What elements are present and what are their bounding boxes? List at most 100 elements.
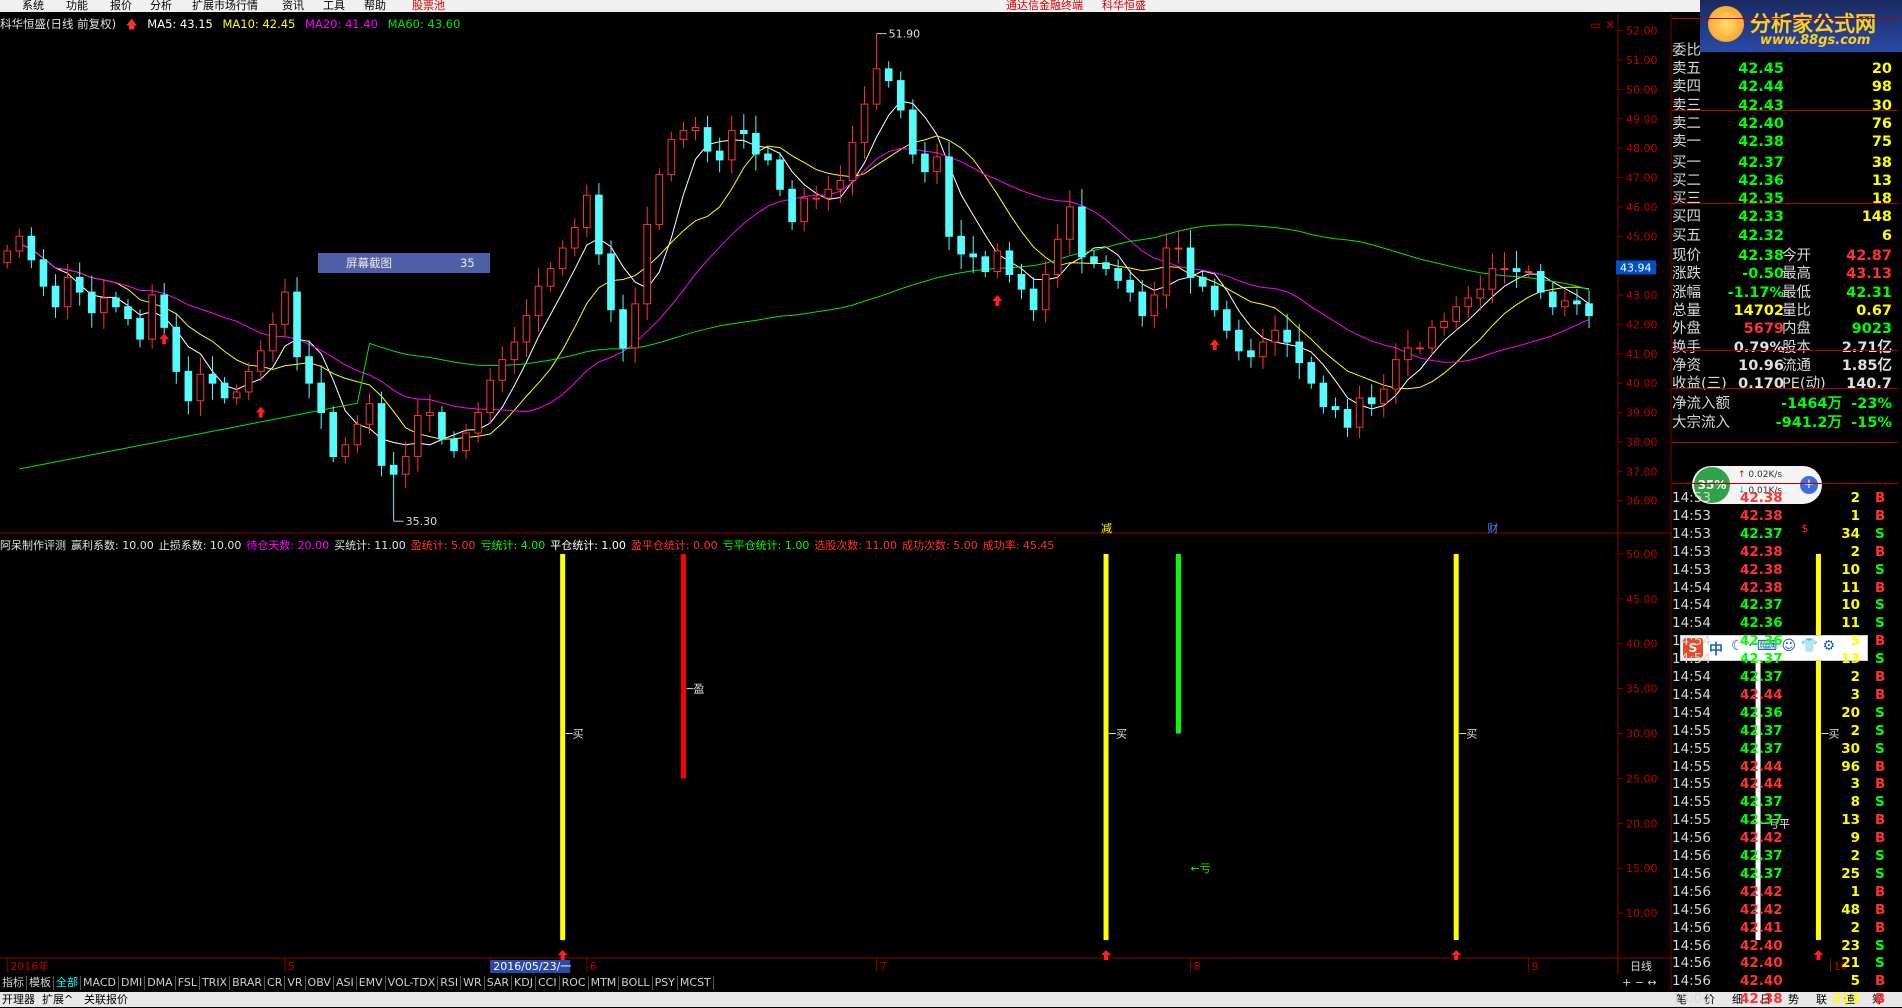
quote-separator xyxy=(1672,483,1898,484)
tick-volume: 11 xyxy=(1841,579,1860,596)
tick-row: 14:53 42.38 2 B xyxy=(1672,543,1896,561)
stat-label: 换手 xyxy=(1672,339,1701,356)
quote-price: 42.40 xyxy=(1738,115,1784,132)
tick-time: 14:54 xyxy=(1672,633,1711,650)
price-tick-label: 51.00 xyxy=(1626,54,1658,67)
price-tick-label: 37.00 xyxy=(1626,465,1658,478)
candle-up xyxy=(1355,397,1364,428)
tick-time: 14:56 xyxy=(1672,848,1711,864)
indicator-tab-cci[interactable]: CCI xyxy=(536,976,560,990)
tick-time: 14:56 xyxy=(1672,830,1711,847)
ma60-line xyxy=(19,224,1590,470)
tick-row: 14:53 42.37 34 S xyxy=(1672,525,1896,543)
indicator-tab-cr[interactable]: CR xyxy=(265,976,286,990)
tick-row: 14:54 42.37 10 S xyxy=(1672,596,1896,614)
indicator-tab-roc[interactable]: ROC xyxy=(560,976,589,990)
period-label[interactable]: 日线 xyxy=(1630,959,1652,973)
candle-down xyxy=(788,188,796,223)
status-item-2[interactable]: 关联报价 xyxy=(84,992,128,1007)
candle-down xyxy=(715,150,724,161)
quote-volume: 75 xyxy=(1871,134,1892,151)
candle-up xyxy=(546,268,555,287)
indicator-tab-obv[interactable]: OBV xyxy=(306,976,334,990)
current-price-tag-label: 43.94 xyxy=(1620,261,1652,274)
indicator-tab-brar[interactable]: BRAR xyxy=(230,976,266,990)
candlestick-series: 51.90 35.30 xyxy=(3,28,1593,528)
indicator-tab-指标[interactable]: 指标 xyxy=(0,976,27,990)
candle-down xyxy=(909,109,917,155)
indicator-tab-emv[interactable]: EMV xyxy=(357,976,386,990)
zoom-controls[interactable]: + − ↔ xyxy=(1622,976,1657,989)
price-tick-label: 46.00 xyxy=(1626,201,1658,214)
indicator-tab-rsi[interactable]: RSI xyxy=(438,976,462,990)
candle-down xyxy=(1078,206,1086,258)
stat-label-2: 最低 xyxy=(1782,284,1811,301)
candle-up xyxy=(341,444,350,458)
indicator-tab-mtm[interactable]: MTM xyxy=(589,976,620,990)
stat-value-2: 42.87 xyxy=(1846,248,1892,264)
indicator-stat: 止损系数: 10.00 xyxy=(158,539,242,552)
chart-title: 科华恒盛(日线 前复权) xyxy=(0,17,117,31)
tick-volume: 11 xyxy=(1841,615,1860,632)
tick-volume: 1 xyxy=(1850,883,1860,900)
low-label: 35.30 xyxy=(406,515,438,528)
candle-up xyxy=(1488,268,1497,290)
indicator-tab-dma[interactable]: DMA xyxy=(145,976,176,990)
candle-up xyxy=(498,359,507,381)
candle-up xyxy=(1500,268,1509,271)
indicator-tab-dmi[interactable]: DMI xyxy=(119,976,146,990)
indicator-tab-wr[interactable]: WR xyxy=(461,976,485,990)
tick-time: 14:53 xyxy=(1672,543,1711,560)
tick-time: 14:55 xyxy=(1672,758,1711,775)
quote-separator xyxy=(1672,442,1898,443)
signal-up-arrow-icon xyxy=(1209,339,1220,351)
time-tick-label: 6 xyxy=(590,960,597,973)
indicator-tab-sar[interactable]: SAR xyxy=(485,976,513,990)
screenshot-popup[interactable]: 屏幕截图 35 xyxy=(318,253,490,273)
tick-side: B xyxy=(1875,883,1886,900)
tick-price: 42.44 xyxy=(1740,776,1783,793)
status-item-1[interactable]: 扩展^ xyxy=(42,992,73,1007)
indicator-tab-boll[interactable]: BOLL xyxy=(619,976,653,990)
tick-row: 14:54 42.36 5 B xyxy=(1672,632,1896,650)
indicator-tab-模板[interactable]: 模板 xyxy=(27,976,54,990)
stat-value-2: 0.67 xyxy=(1856,302,1892,319)
indicator-tab-mcst[interactable]: MCST xyxy=(678,976,714,990)
indicator-tab-psy[interactable]: PSY xyxy=(653,976,678,990)
indicator-bar xyxy=(1453,553,1459,941)
indicator-tab-macd[interactable]: MACD xyxy=(81,976,119,990)
event-label: 财 xyxy=(1487,521,1498,535)
indicator-axis: 10.00 15.00 20.00 25.00 30.00 35.00 40.00 45.00… xyxy=(1618,548,1658,920)
quote-price: 42.33 xyxy=(1738,209,1784,226)
candle-up xyxy=(1428,326,1436,349)
candle-up xyxy=(679,130,688,140)
indicator-tab-vr[interactable]: VR xyxy=(285,976,306,990)
candle-down xyxy=(764,153,772,161)
stat-label: 外盘 xyxy=(1672,321,1701,338)
tick-price: 42.37 xyxy=(1740,651,1783,668)
tick-volume: 48 xyxy=(1841,901,1860,918)
indicator-tab-kdj[interactable]: KDJ xyxy=(512,976,536,990)
tick-side: B xyxy=(1875,669,1886,685)
stat-value: 5679 xyxy=(1743,321,1784,338)
indicator-tab-asi[interactable]: ASI xyxy=(334,976,357,990)
chart-window-controls[interactable]: ▭ ✕ xyxy=(1590,18,1615,32)
tick-row: 14:54 42.37 2 B xyxy=(1672,668,1896,686)
indicator-tab-全部[interactable]: 全部 xyxy=(54,976,81,990)
indicator-bar-label: 买 xyxy=(1116,728,1127,741)
candle-down xyxy=(1536,271,1545,293)
tick-price: 42.40 xyxy=(1740,937,1783,954)
indicator-tab-vol-tdx[interactable]: VOL-TDX xyxy=(386,976,439,990)
candle-down xyxy=(969,253,978,258)
tick-side: B xyxy=(1875,991,1886,1008)
quote-separator xyxy=(1672,388,1898,389)
quote-volume: 38 xyxy=(1871,154,1892,171)
candle-down xyxy=(1512,268,1521,273)
indicator-tab-fsl[interactable]: FSL xyxy=(176,976,200,990)
tick-side: S xyxy=(1875,615,1885,632)
candle-up xyxy=(1379,388,1388,405)
indicator-tab-trix[interactable]: TRIX xyxy=(200,976,231,990)
tick-volume: 13 xyxy=(1841,812,1860,829)
status-item-0[interactable]: 开理器 xyxy=(2,992,35,1007)
candle-up xyxy=(631,303,639,349)
